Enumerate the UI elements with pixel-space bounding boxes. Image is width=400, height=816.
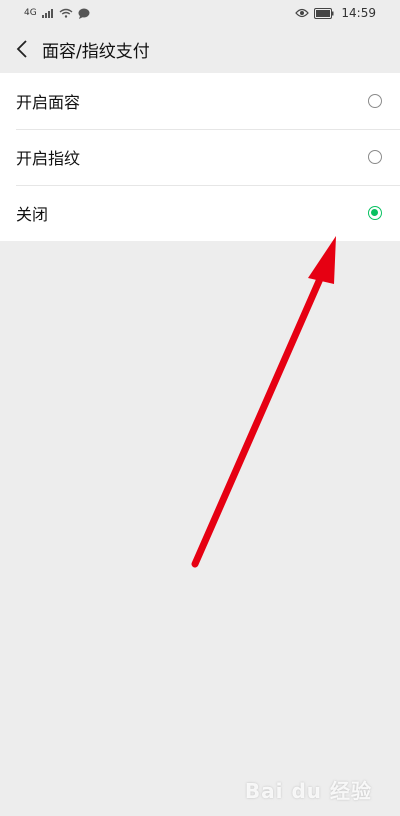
watermark: Bai du 经验 — [244, 779, 372, 803]
network-type: 4G — [24, 8, 37, 18]
option-label: 开启面容 — [16, 93, 81, 112]
status-time: 14:59 — [341, 6, 376, 20]
back-button[interactable] — [2, 26, 42, 72]
page-title: 面容/指纹支付 — [42, 41, 150, 62]
status-right: 14:59 — [295, 6, 376, 20]
radio-button[interactable] — [368, 150, 382, 164]
signal-icon — [41, 9, 53, 18]
option-label: 开启指纹 — [16, 149, 81, 168]
radio-button[interactable] — [368, 94, 382, 108]
radio-button-selected[interactable] — [368, 206, 382, 220]
battery-icon — [314, 7, 334, 19]
chevron-left-icon — [16, 40, 27, 58]
status-left: 4G — [24, 8, 90, 19]
option-close[interactable]: 关闭 — [0, 185, 400, 241]
eye-icon — [295, 8, 310, 18]
option-list: 开启面容 开启指纹 关闭 — [0, 73, 400, 241]
top-bar: 面容/指纹支付 — [0, 26, 400, 72]
message-icon — [78, 8, 90, 19]
option-enable-fingerprint[interactable]: 开启指纹 — [0, 129, 400, 185]
option-enable-face[interactable]: 开启面容 — [0, 73, 400, 129]
status-bar: 4G 14:59 — [0, 0, 400, 26]
option-label: 关闭 — [16, 205, 49, 224]
wifi-icon — [59, 8, 73, 18]
